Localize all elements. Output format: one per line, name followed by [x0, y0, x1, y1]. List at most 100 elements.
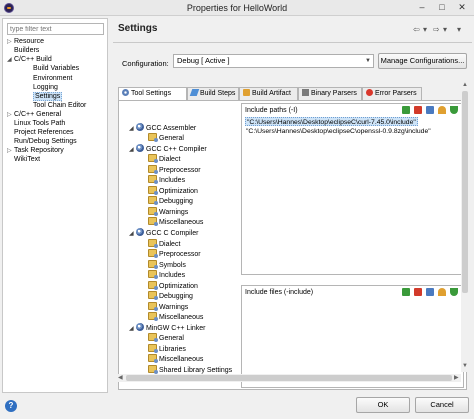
- option-category-debugging[interactable]: Debugging: [148, 196, 193, 206]
- collapse-arrow-icon[interactable]: ◢: [129, 229, 136, 239]
- scroll-up-icon[interactable]: ▲: [461, 82, 469, 88]
- option-category-symbols[interactable]: Symbols: [148, 260, 186, 270]
- option-category-libraries[interactable]: Libraries: [148, 344, 186, 354]
- tab-build-artifact[interactable]: Build Artifact: [239, 87, 298, 100]
- forward-menu-icon[interactable]: ▾: [443, 25, 447, 34]
- nav-item-run-debug-settings[interactable]: Run/Debug Settings: [14, 137, 77, 146]
- include-paths-toolbar: [402, 106, 460, 115]
- back-arrow-icon[interactable]: ⇦: [413, 25, 420, 34]
- tool-label: Shared Library Settings: [159, 367, 233, 374]
- expand-arrow-icon[interactable]: ▷: [7, 38, 14, 47]
- expand-arrow-icon[interactable]: ▷: [7, 147, 14, 156]
- tab-label: Tool Settings: [131, 90, 172, 97]
- maximize-button[interactable]: □: [434, 1, 450, 14]
- option-folder-icon: [148, 207, 158, 216]
- option-category-general[interactable]: General: [148, 333, 184, 343]
- nav-item-tool-chain-editor[interactable]: Tool Chain Editor: [33, 101, 86, 110]
- back-menu-icon[interactable]: ▾: [423, 25, 427, 34]
- nav-item-environment[interactable]: Environment: [33, 74, 72, 83]
- add-icon[interactable]: [402, 106, 410, 114]
- move-up-icon[interactable]: [438, 106, 446, 114]
- tool-label: MinGW C++ Linker: [146, 325, 206, 332]
- nav-item-linux-tools-path[interactable]: Linux Tools Path: [14, 119, 65, 128]
- close-button[interactable]: ✕: [454, 1, 470, 14]
- nav-item-builders[interactable]: Builders: [14, 46, 39, 55]
- tab-error-parsers[interactable]: Error Parsers: [362, 87, 422, 100]
- option-category-general[interactable]: General: [148, 133, 184, 143]
- nav-item-label: C/C++ Build: [14, 56, 52, 63]
- nav-item-resource[interactable]: ▷ Resource: [7, 37, 44, 46]
- filter-input[interactable]: [7, 23, 104, 35]
- add-icon[interactable]: [402, 288, 410, 296]
- collapse-arrow-icon[interactable]: ◢: [7, 56, 14, 65]
- tool-gcc-assembler[interactable]: ◢ GCC Assembler: [129, 123, 196, 133]
- chevron-down-icon: ▼: [365, 58, 371, 64]
- tool-mingw-cpp-linker[interactable]: ◢ MinGW C++ Linker: [129, 323, 206, 333]
- delete-icon[interactable]: [414, 288, 422, 296]
- nav-item-build-variables[interactable]: Build Variables: [33, 64, 79, 73]
- collapse-arrow-icon[interactable]: ◢: [129, 324, 136, 334]
- option-folder-icon: [148, 175, 158, 184]
- move-up-icon[interactable]: [438, 288, 446, 296]
- nav-item-cpp-build[interactable]: ◢ C/C++ Build: [7, 55, 52, 64]
- manage-configurations-button[interactable]: Manage Configurations...: [378, 53, 467, 69]
- vertical-scrollbar[interactable]: ▲ ▼: [461, 82, 469, 372]
- scroll-right-icon[interactable]: ▶: [454, 374, 459, 381]
- option-category-miscellaneous[interactable]: Miscellaneous: [148, 312, 203, 322]
- delete-icon[interactable]: [414, 106, 422, 114]
- option-category-warnings[interactable]: Warnings: [148, 207, 188, 217]
- nav-item-settings[interactable]: Settings: [33, 92, 63, 101]
- edit-icon[interactable]: [426, 288, 434, 296]
- collapse-arrow-icon[interactable]: ◢: [129, 124, 136, 134]
- minimize-button[interactable]: –: [414, 1, 430, 14]
- option-category-debugging[interactable]: Debugging: [148, 291, 193, 301]
- build-artifact-icon: [243, 89, 250, 96]
- include-files-list[interactable]: [243, 299, 462, 386]
- nav-item-label: C/C++ General: [14, 111, 62, 118]
- scrollbar-thumb[interactable]: [126, 375, 452, 381]
- horizontal-scrollbar[interactable]: ◀ ▶: [118, 374, 461, 382]
- scrollbar-thumb[interactable]: [462, 91, 468, 293]
- option-category-miscellaneous[interactable]: Miscellaneous: [148, 354, 203, 364]
- tool-settings-icon: [122, 89, 129, 96]
- option-category-includes[interactable]: Includes: [148, 270, 185, 280]
- option-category-optimization[interactable]: Optimization: [148, 281, 198, 291]
- tab-tool-settings[interactable]: Tool Settings: [118, 87, 187, 101]
- collapse-arrow-icon[interactable]: ◢: [129, 145, 136, 155]
- include-paths-list[interactable]: "C:\Users\Hannes\Desktop\eclipseC\curl-7…: [243, 117, 462, 273]
- expand-arrow-icon[interactable]: ▷: [7, 111, 14, 120]
- list-item[interactable]: "C:\Users\Hannes\Desktop\eclipseC\curl-7…: [245, 117, 418, 126]
- tab-build-steps[interactable]: Build Steps: [187, 87, 239, 100]
- tool-gcc-cpp-compiler[interactable]: ◢ GCC C++ Compiler: [129, 144, 207, 154]
- option-category-warnings[interactable]: Warnings: [148, 302, 188, 312]
- option-category-dialect[interactable]: Dialect: [148, 239, 180, 249]
- option-category-preprocessor[interactable]: Preprocessor: [148, 165, 201, 175]
- nav-item-cpp-general[interactable]: ▷ C/C++ General: [7, 110, 61, 119]
- configuration-select[interactable]: Debug [ Active ] ▼: [173, 54, 374, 68]
- scroll-left-icon[interactable]: ◀: [118, 374, 123, 381]
- tab-binary-parsers[interactable]: Binary Parsers: [298, 87, 362, 100]
- move-down-icon[interactable]: [450, 106, 458, 114]
- option-category-includes[interactable]: Includes: [148, 175, 185, 185]
- ok-button[interactable]: OK: [356, 397, 410, 413]
- view-menu-icon[interactable]: ▾: [457, 25, 461, 34]
- option-category-dialect[interactable]: Dialect: [148, 154, 180, 164]
- forward-arrow-icon[interactable]: ⇨: [433, 25, 440, 34]
- option-folder-icon: [148, 312, 158, 321]
- move-down-icon[interactable]: [450, 288, 458, 296]
- list-item[interactable]: "C:\Users\Hannes\Desktop\eclipseC\openss…: [245, 127, 432, 136]
- nav-item-project-references[interactable]: Project References: [14, 128, 74, 137]
- option-folder-icon: [148, 239, 158, 248]
- nav-item-task-repository[interactable]: ▷ Task Repository: [7, 146, 64, 155]
- nav-item-logging[interactable]: Logging: [33, 83, 58, 92]
- edit-icon[interactable]: [426, 106, 434, 114]
- nav-item-wikitext[interactable]: WikiText: [14, 155, 40, 164]
- option-category-preprocessor[interactable]: Preprocessor: [148, 249, 201, 259]
- help-icon[interactable]: ?: [5, 400, 17, 412]
- option-category-miscellaneous[interactable]: Miscellaneous: [148, 217, 203, 227]
- tool-gcc-c-compiler[interactable]: ◢ GCC C Compiler: [129, 228, 199, 238]
- scroll-down-icon[interactable]: ▼: [461, 363, 469, 369]
- tool-settings-panel: ◢ GCC Assembler General ◢ GCC C++ Compiler…: [118, 100, 467, 390]
- cancel-button[interactable]: Cancel: [415, 397, 469, 413]
- option-category-optimization[interactable]: Optimization: [148, 186, 198, 196]
